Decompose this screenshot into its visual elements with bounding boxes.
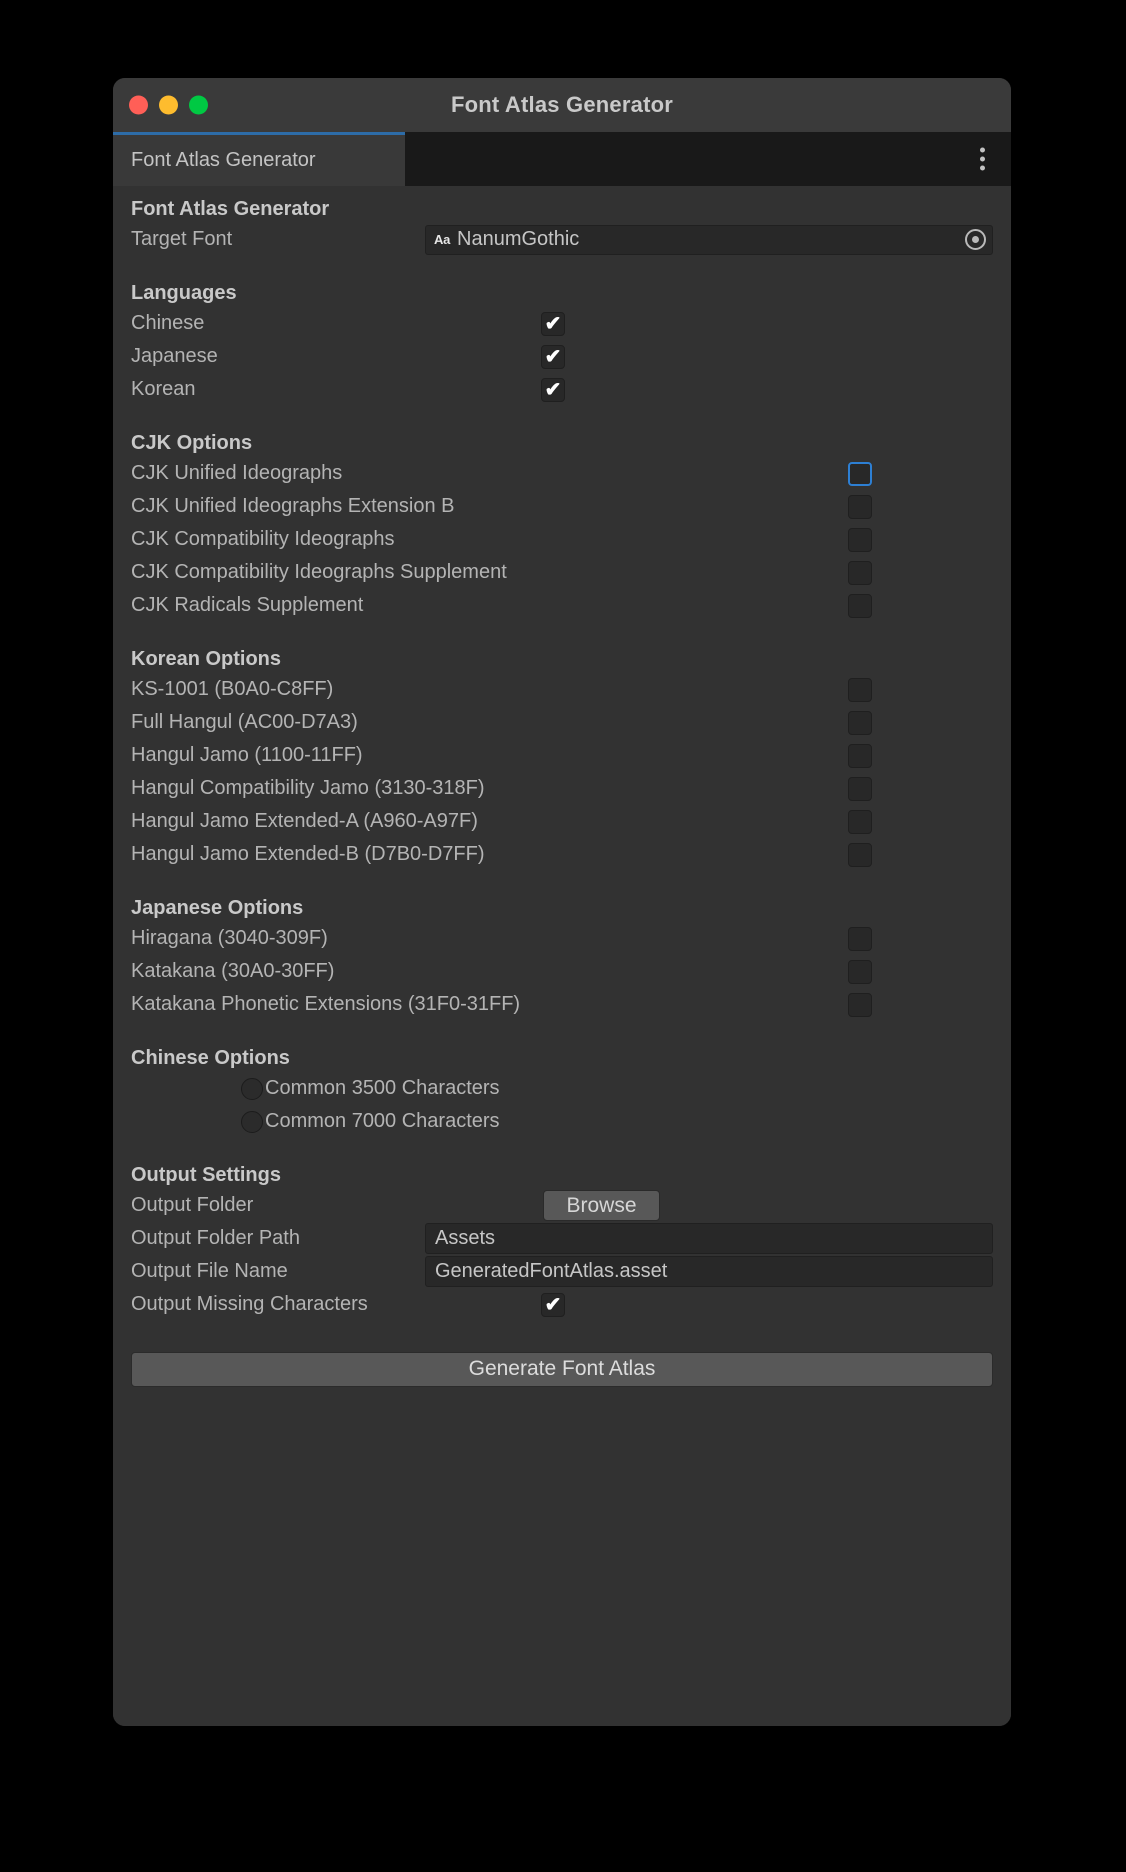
korean-checkbox-hangul-compatibility-jamo[interactable] bbox=[848, 776, 872, 801]
output-file-name-label: Output File Name bbox=[131, 1260, 288, 1282]
chinese-label-common-7000: Common 7000 Characters bbox=[265, 1110, 500, 1132]
korean-row-hangul-jamo-ext-a: Hangul Jamo Extended-A (A960-A97F) bbox=[123, 805, 1001, 838]
chinese-row-common-7000[interactable]: Common 7000 Characters bbox=[123, 1105, 1001, 1138]
generate-font-atlas-button[interactable]: Generate Font Atlas bbox=[131, 1351, 993, 1387]
minimize-button[interactable] bbox=[159, 95, 178, 115]
korean-row-full-hangul: Full Hangul (AC00-D7A3) bbox=[123, 706, 1001, 739]
chinese-label-common-3500: Common 3500 Characters bbox=[265, 1077, 500, 1099]
target-font-row: Target Font Aa NanumGothic bbox=[123, 223, 1001, 256]
kebab-menu-icon[interactable] bbox=[976, 144, 989, 175]
font-atlas-generator-window: Font Atlas Generator Font Atlas Generato… bbox=[113, 78, 1011, 1726]
output-folder-path-row: Output Folder Path Assets bbox=[123, 1222, 1001, 1255]
output-folder-label: Output Folder bbox=[131, 1194, 254, 1216]
object-picker-icon[interactable] bbox=[965, 229, 986, 250]
chinese-radio-common-7000[interactable] bbox=[241, 1110, 263, 1133]
target-font-value: NanumGothic bbox=[457, 228, 580, 250]
output-missing-characters-row: Output Missing Characters ✔ bbox=[123, 1288, 1001, 1321]
japanese-label-hiragana: Hiragana (3040-309F) bbox=[131, 927, 328, 949]
cjk-row-compatibility-ideographs-supplement: CJK Compatibility Ideographs Supplement bbox=[123, 556, 1001, 589]
korean-label-hangul-jamo-ext-b: Hangul Jamo Extended-B (D7B0-D7FF) bbox=[131, 843, 485, 865]
output-folder-path-input[interactable]: Assets bbox=[425, 1223, 993, 1254]
page-title: Font Atlas Generator bbox=[131, 198, 330, 220]
cjk-options-header: CJK Options bbox=[131, 432, 253, 454]
chinese-row-common-3500[interactable]: Common 3500 Characters bbox=[123, 1072, 1001, 1105]
korean-options-header: Korean Options bbox=[131, 648, 282, 670]
cjk-checkbox-radicals-supplement[interactable] bbox=[848, 593, 872, 618]
window-titlebar: Font Atlas Generator bbox=[113, 78, 1011, 132]
cjk-row-unified-ideographs: CJK Unified Ideographs bbox=[123, 457, 1001, 490]
korean-row-hangul-compatibility-jamo: Hangul Compatibility Jamo (3130-318F) bbox=[123, 772, 1001, 805]
browse-button[interactable]: Browse bbox=[543, 1190, 660, 1221]
korean-checkbox-ks1001[interactable] bbox=[848, 677, 872, 702]
traffic-lights bbox=[129, 95, 208, 115]
language-checkbox-chinese[interactable]: ✔ bbox=[541, 311, 565, 336]
japanese-options-header: Japanese Options bbox=[131, 897, 304, 919]
output-folder-row: Output Folder Browse bbox=[123, 1189, 1001, 1222]
korean-label-ks1001: KS-1001 (B0A0-C8FF) bbox=[131, 678, 334, 700]
target-font-object-field[interactable]: Aa NanumGothic bbox=[425, 224, 993, 255]
cjk-checkbox-compatibility-ideographs[interactable] bbox=[848, 527, 872, 552]
chinese-radio-common-3500[interactable] bbox=[241, 1077, 263, 1100]
inspector-content: Font Atlas Generator Target Font Aa Nanu… bbox=[113, 186, 1011, 1726]
language-row-japanese: Japanese ✔ bbox=[123, 340, 1001, 373]
tab-bar: Font Atlas Generator bbox=[113, 132, 1011, 186]
japanese-checkbox-hiragana[interactable] bbox=[848, 926, 872, 951]
generate-button-row: Generate Font Atlas bbox=[123, 1349, 1001, 1389]
languages-header: Languages bbox=[131, 282, 237, 304]
tab-font-atlas-generator[interactable]: Font Atlas Generator bbox=[113, 132, 405, 186]
chinese-options-header: Chinese Options bbox=[131, 1047, 290, 1069]
window-title: Font Atlas Generator bbox=[451, 92, 673, 117]
korean-checkbox-hangul-jamo-ext-a[interactable] bbox=[848, 809, 872, 834]
japanese-label-katakana-phonetic-extensions: Katakana Phonetic Extensions (31F0-31FF) bbox=[131, 993, 521, 1015]
cjk-checkbox-unified-ideographs-ext-b[interactable] bbox=[848, 494, 872, 519]
korean-row-hangul-jamo: Hangul Jamo (1100-11FF) bbox=[123, 739, 1001, 772]
korean-checkbox-hangul-jamo-ext-b[interactable] bbox=[848, 842, 872, 867]
japanese-label-katakana: Katakana (30A0-30FF) bbox=[131, 960, 335, 982]
japanese-checkbox-katakana[interactable] bbox=[848, 959, 872, 984]
korean-checkbox-hangul-jamo[interactable] bbox=[848, 743, 872, 768]
korean-row-hangul-jamo-ext-b: Hangul Jamo Extended-B (D7B0-D7FF) bbox=[123, 838, 1001, 871]
language-label-chinese: Chinese bbox=[131, 312, 205, 334]
japanese-row-katakana: Katakana (30A0-30FF) bbox=[123, 955, 1001, 988]
cjk-row-compatibility-ideographs: CJK Compatibility Ideographs bbox=[123, 523, 1001, 556]
korean-label-hangul-jamo: Hangul Jamo (1100-11FF) bbox=[131, 744, 363, 766]
cjk-label-compatibility-ideographs-supplement: CJK Compatibility Ideographs Supplement bbox=[131, 561, 507, 583]
output-missing-characters-checkbox[interactable]: ✔ bbox=[541, 1292, 565, 1317]
output-missing-characters-label: Output Missing Characters bbox=[131, 1293, 368, 1315]
language-label-japanese: Japanese bbox=[131, 345, 218, 367]
cjk-row-unified-ideographs-ext-b: CJK Unified Ideographs Extension B bbox=[123, 490, 1001, 523]
language-checkbox-korean[interactable]: ✔ bbox=[541, 377, 565, 402]
cjk-label-compatibility-ideographs: CJK Compatibility Ideographs bbox=[131, 528, 395, 550]
japanese-checkbox-katakana-phonetic-extensions[interactable] bbox=[848, 992, 872, 1017]
korean-row-ks1001: KS-1001 (B0A0-C8FF) bbox=[123, 673, 1001, 706]
output-file-name-input[interactable]: GeneratedFontAtlas.asset bbox=[425, 1256, 993, 1287]
tab-label: Font Atlas Generator bbox=[131, 149, 316, 171]
japanese-row-katakana-phonetic-extensions: Katakana Phonetic Extensions (31F0-31FF) bbox=[123, 988, 1001, 1021]
japanese-row-hiragana: Hiragana (3040-309F) bbox=[123, 922, 1001, 955]
language-row-chinese: Chinese ✔ bbox=[123, 307, 1001, 340]
tab-empty-area bbox=[405, 132, 1011, 186]
cjk-label-unified-ideographs: CJK Unified Ideographs bbox=[131, 462, 343, 484]
language-label-korean: Korean bbox=[131, 378, 196, 400]
target-font-label: Target Font bbox=[131, 228, 233, 250]
font-asset-icon: Aa bbox=[434, 232, 451, 247]
output-file-name-row: Output File Name GeneratedFontAtlas.asse… bbox=[123, 1255, 1001, 1288]
korean-label-hangul-compatibility-jamo: Hangul Compatibility Jamo (3130-318F) bbox=[131, 777, 485, 799]
output-folder-path-label: Output Folder Path bbox=[131, 1227, 300, 1249]
close-button[interactable] bbox=[129, 95, 148, 115]
output-settings-header: Output Settings bbox=[131, 1164, 281, 1186]
language-checkbox-japanese[interactable]: ✔ bbox=[541, 344, 565, 369]
language-row-korean: Korean ✔ bbox=[123, 373, 1001, 406]
korean-checkbox-full-hangul[interactable] bbox=[848, 710, 872, 735]
cjk-label-radicals-supplement: CJK Radicals Supplement bbox=[131, 594, 364, 616]
cjk-row-radicals-supplement: CJK Radicals Supplement bbox=[123, 589, 1001, 622]
cjk-checkbox-unified-ideographs[interactable] bbox=[848, 461, 872, 486]
zoom-button[interactable] bbox=[189, 95, 208, 115]
korean-label-full-hangul: Full Hangul (AC00-D7A3) bbox=[131, 711, 358, 733]
cjk-label-unified-ideographs-ext-b: CJK Unified Ideographs Extension B bbox=[131, 495, 455, 517]
korean-label-hangul-jamo-ext-a: Hangul Jamo Extended-A (A960-A97F) bbox=[131, 810, 478, 832]
cjk-checkbox-compatibility-ideographs-supplement[interactable] bbox=[848, 560, 872, 585]
